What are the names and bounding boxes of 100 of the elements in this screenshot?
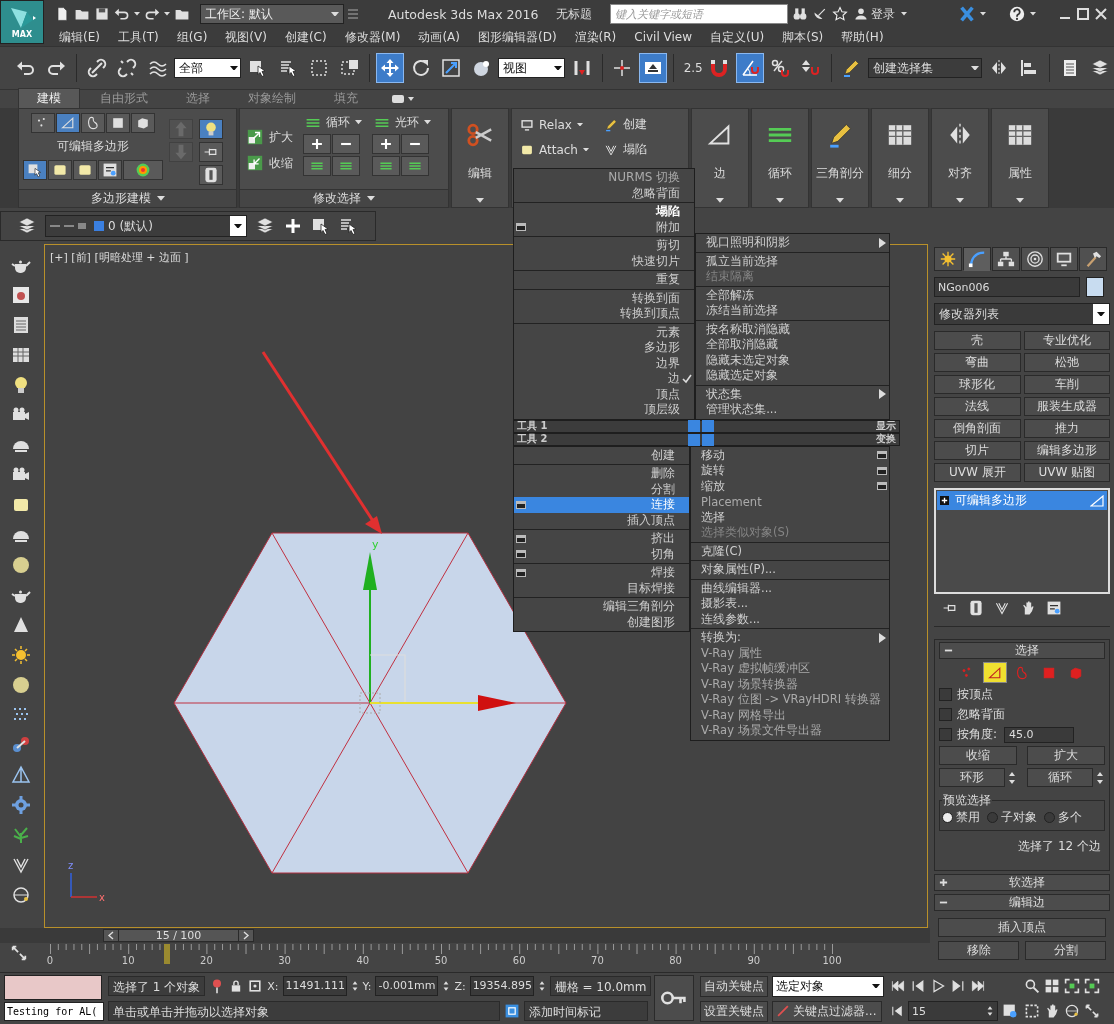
menu-item[interactable]: 冻结当前选择 [696,303,889,319]
sign-in-button[interactable]: 登录 [852,5,898,23]
ribbon-button[interactable]: 边 [691,108,749,208]
menu-bar-item[interactable]: 渲染(R) [565,28,626,46]
menu-item[interactable]: 管理状态集... [696,402,889,418]
menu-bar-item[interactable]: 脚本(S) [773,28,833,46]
menu-item[interactable]: V-Ray 属性 [691,645,889,661]
relax-button[interactable]: Relax [518,115,598,134]
menu-item[interactable]: 视口照明和阴影 [696,235,889,251]
menu-bar-item[interactable]: 创建(C) [275,28,336,46]
menu-bar-item[interactable]: 组(G) [167,28,217,46]
selection-button[interactable]: 收缩 [939,746,1017,765]
ring-dropdown[interactable]: 光环 [372,113,433,132]
menu-item[interactable]: 插入顶点 [514,512,689,528]
menu-item[interactable]: 全部解冻 [696,287,889,303]
modifier-button[interactable]: 松弛 [1023,353,1110,372]
menu-item[interactable]: 移动 [691,447,889,463]
stack-item[interactable]: 可编辑多边形 [937,491,1107,510]
shrink-button[interactable]: 收缩 [244,153,295,173]
menu-item[interactable]: 附加 [514,219,695,235]
menu-item[interactable]: 切角 [514,546,689,562]
modifier-button[interactable]: 推力 [1023,419,1110,438]
viewport-label[interactable]: [+] [前] [明暗处理 + 边面 ] [50,250,189,265]
menu-bar-item[interactable]: 修改器(M) [335,28,410,46]
menu-item[interactable]: 旋转 [691,463,889,479]
track-bar[interactable]: 0 10 20 30 40 50 60 70 80 90 100 [40,944,844,972]
ribbon-button[interactable]: 细分 [871,108,929,208]
rollout-header[interactable]: 选择 [939,642,1105,659]
panel-title-button[interactable]: 修改选择 [240,189,448,207]
menu-item[interactable]: 边界 [514,355,695,371]
modifier-list-dropdown[interactable]: 修改器列表 [934,303,1110,325]
menu-item[interactable]: 隐藏选定对象 [696,368,889,384]
menu-item[interactable]: 删除 [514,466,689,482]
modifier-button[interactable]: 车削 [1023,375,1110,394]
workspace-dropdown[interactable]: 工作区: 默认 [200,4,344,24]
rollout-header[interactable]: 软选择 [934,874,1110,891]
menu-item[interactable]: 焊接 [514,565,689,581]
listener-field[interactable]: Testing for AL( [4,1002,104,1021]
add-time-tag[interactable]: 添加时间标记 [523,1001,648,1021]
key-filters-button[interactable]: 关键点过滤器... [772,1000,882,1022]
set-key-button[interactable]: 设置关键点 [700,1000,768,1022]
menu-bar-item[interactable]: 工具(T) [108,28,168,46]
ribbon-tab[interactable]: 选择 [168,89,228,108]
layer-dropdown[interactable]: 0 (默认) [45,215,247,237]
menu-item[interactable]: V-Ray 网格导出 [691,707,889,723]
menu-item[interactable]: 分割 [514,481,689,497]
modifier-button[interactable]: 球形化 [934,375,1021,394]
modifier-button[interactable]: 专业优化 [1023,331,1110,350]
coordinate-field[interactable]: -0.001mm [375,976,439,996]
menu-item[interactable]: 孤立当前选择 [696,253,889,269]
menu-bar-item[interactable]: 动画(A) [409,28,469,46]
attach-button[interactable]: Attach [518,140,598,159]
menu-item[interactable]: V-Ray 位图 -> VRayHDRI 转换器 [691,692,889,708]
menu-bar-item[interactable]: 图形编辑器(D) [468,28,566,46]
modifier-button[interactable]: 编辑多边形 [1023,441,1110,460]
menu-bar-item[interactable]: 帮助(H) [832,28,893,46]
ribbon-button[interactable]: 循环 [751,108,809,208]
angle-spinner[interactable]: 45.0 [1004,726,1075,743]
ribbon-button[interactable]: 属性 [991,108,1049,208]
menu-item[interactable]: 顶层级 [514,402,695,418]
coordinate-field[interactable]: 19354.895 [469,976,534,996]
key-mode-dropdown[interactable]: 选定对象 [772,975,884,997]
modifier-button[interactable]: 服装生成器 [1023,397,1110,416]
edit-button[interactable]: 编辑 [451,108,509,208]
ribbon-tab[interactable]: 自由形式 [82,89,166,108]
menu-item[interactable]: 状态集 [696,386,889,402]
modifier-button[interactable]: 法线 [934,397,1021,416]
menu-item[interactable]: 边 [514,371,695,387]
menu-item[interactable]: Placement [691,494,889,510]
menu-item[interactable]: 目标焊接 [514,580,689,596]
menu-item[interactable]: 重复 [514,272,695,288]
coordinate-field[interactable]: 11491.111 [282,976,347,996]
menu-item[interactable]: 多边形 [514,340,695,356]
menu-item[interactable]: 缩放 [691,478,889,494]
modifier-button[interactable]: 切片 [934,441,1021,460]
reference-coordinate-dropdown[interactable]: 视图 [498,58,566,78]
ribbon-button[interactable]: 对齐 [931,108,989,208]
search-field[interactable]: 键入关键字或短语 [610,4,789,24]
menu-item[interactable]: 元素 [514,324,695,340]
edit-edge-button[interactable]: 插入顶点 [938,918,1106,937]
menu-item[interactable]: 隐藏未选定对象 [696,352,889,368]
menu-item[interactable]: 创建图形 [514,614,689,630]
edit-edge-button[interactable]: 移除 [938,941,1019,960]
selection-button[interactable]: 循环 [1027,768,1093,787]
menu-bar-item[interactable]: 自定义(U) [701,28,774,46]
menu-item[interactable]: 对象属性(P)... [691,562,889,578]
selection-button[interactable]: 扩大 [1027,746,1105,765]
menu-item[interactable]: 连线参数... [691,611,889,627]
rollout-header[interactable]: 编辑边 [934,894,1110,911]
menu-item[interactable]: 全部取消隐藏 [696,337,889,353]
menu-item[interactable]: 挤出 [514,531,689,547]
menu-item[interactable]: 转换到面 [514,290,695,306]
menu-item[interactable]: 选择 [691,509,889,525]
loop-dropdown[interactable]: 循环 [303,113,364,132]
menu-item[interactable]: 克隆(C) [691,543,889,559]
edit-edge-button[interactable]: 分割 [1025,941,1106,960]
modifier-button[interactable]: 倒角剖面 [934,419,1021,438]
menu-item[interactable]: 顶点 [514,386,695,402]
ribbon-button[interactable]: 三角剖分 [811,108,869,208]
menu-bar-item[interactable]: 视图(V) [216,28,276,46]
